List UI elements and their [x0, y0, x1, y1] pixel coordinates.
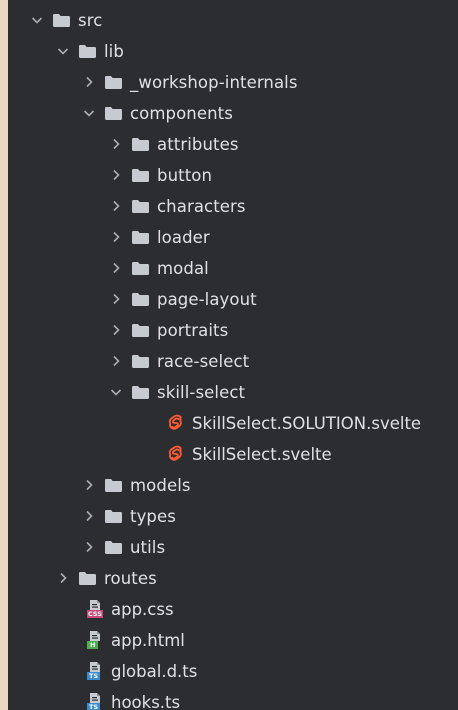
tree-file-global-d-ts[interactable]: TS global.d.ts — [87, 658, 197, 684]
folder-icon — [132, 230, 149, 244]
file-label: global.d.ts — [111, 661, 198, 681]
tree-node-race-select[interactable]: race-select — [109, 348, 249, 374]
tree-file-skillselect-solution[interactable]: SkillSelect.SOLUTION.svelte — [168, 410, 421, 436]
tree-node-components[interactable]: components — [82, 100, 233, 126]
chevron-right-icon[interactable] — [82, 75, 96, 89]
tree-node-src[interactable]: src — [30, 7, 102, 33]
html-file-icon: H — [87, 631, 104, 649]
folder-icon — [53, 13, 70, 27]
folder-icon — [132, 323, 149, 337]
tree-label: characters — [157, 196, 246, 216]
tree-node-models[interactable]: models — [82, 472, 191, 498]
svelte-icon — [168, 445, 185, 463]
tree-node-workshop-internals[interactable]: _workshop-internals — [82, 69, 298, 95]
css-file-icon: CSS — [87, 600, 104, 618]
tree-node-loader[interactable]: loader — [109, 224, 210, 250]
chevron-down-icon[interactable] — [56, 44, 70, 58]
tree-file-app-html[interactable]: H app.html — [87, 627, 185, 653]
tree-label: button — [157, 165, 213, 185]
file-label: SkillSelect.svelte — [192, 444, 332, 464]
tree-label: _workshop-internals — [130, 72, 298, 92]
chevron-right-icon[interactable] — [109, 323, 123, 337]
tree-label: components — [130, 103, 233, 123]
tree-label: types — [130, 506, 176, 526]
tree-label: skill-select — [157, 382, 246, 402]
folder-icon — [132, 199, 149, 213]
ts-badge: TS — [87, 672, 101, 680]
tree-label: page-layout — [157, 289, 257, 309]
tree-node-utils[interactable]: utils — [82, 534, 165, 560]
tree-node-page-layout[interactable]: page-layout — [109, 286, 257, 312]
tree-label: lib — [104, 41, 124, 61]
tree-file-skillselect[interactable]: SkillSelect.svelte — [168, 441, 332, 467]
chevron-right-icon[interactable] — [109, 230, 123, 244]
chevron-right-icon[interactable] — [82, 478, 96, 492]
chevron-right-icon[interactable] — [82, 509, 96, 523]
tree-label: portraits — [157, 320, 229, 340]
folder-icon — [79, 571, 96, 585]
tree-file-hooks-ts[interactable]: TS hooks.ts — [87, 689, 180, 710]
tree-file-app-css[interactable]: CSS app.css — [87, 596, 174, 622]
chevron-right-icon[interactable] — [109, 168, 123, 182]
folder-icon — [132, 292, 149, 306]
ts-file-icon: TS — [87, 662, 104, 680]
chevron-right-icon[interactable] — [109, 261, 123, 275]
tree-node-lib[interactable]: lib — [56, 38, 124, 64]
folder-icon — [105, 478, 122, 492]
tree-label: race-select — [157, 351, 250, 371]
tree-label: loader — [157, 227, 210, 247]
tree-label: models — [130, 475, 191, 495]
folder-icon — [79, 44, 96, 58]
tree-node-characters[interactable]: characters — [109, 193, 246, 219]
tree-node-types[interactable]: types — [82, 503, 176, 529]
tree-label: modal — [157, 258, 209, 278]
tree-node-attributes[interactable]: attributes — [109, 131, 239, 157]
tree-node-skill-select[interactable]: skill-select — [109, 379, 245, 405]
file-label: app.html — [111, 630, 185, 650]
folder-icon — [132, 354, 149, 368]
tree-label: src — [78, 10, 103, 30]
tree-label: attributes — [157, 134, 239, 154]
svelte-icon — [168, 414, 185, 432]
project-tree-panel: src lib _workshop-internals components a… — [8, 0, 458, 710]
ts-file-icon: TS — [87, 693, 104, 710]
css-badge: CSS — [87, 610, 103, 618]
chevron-down-icon[interactable] — [109, 385, 123, 399]
folder-icon — [105, 106, 122, 120]
folder-icon — [132, 137, 149, 151]
chevron-right-icon[interactable] — [56, 571, 70, 585]
tree-node-button[interactable]: button — [109, 162, 212, 188]
chevron-right-icon[interactable] — [109, 292, 123, 306]
tree-node-modal[interactable]: modal — [109, 255, 209, 281]
chevron-down-icon[interactable] — [82, 106, 96, 120]
folder-icon — [132, 385, 149, 399]
folder-icon — [105, 75, 122, 89]
chevron-right-icon[interactable] — [82, 540, 96, 554]
html-badge: H — [87, 641, 99, 649]
chevron-right-icon[interactable] — [109, 354, 123, 368]
file-label: app.css — [111, 599, 174, 619]
file-label: SkillSelect.SOLUTION.svelte — [192, 413, 422, 433]
folder-icon — [105, 509, 122, 523]
chevron-down-icon[interactable] — [30, 13, 44, 27]
ts-badge: TS — [87, 703, 101, 710]
chevron-right-icon[interactable] — [109, 199, 123, 213]
tree-node-portraits[interactable]: portraits — [109, 317, 228, 343]
folder-icon — [132, 261, 149, 275]
tree-node-routes[interactable]: routes — [56, 565, 157, 591]
tree-label: utils — [130, 537, 166, 557]
folder-icon — [105, 540, 122, 554]
tree-label: routes — [104, 568, 157, 588]
file-label: hooks.ts — [111, 692, 181, 710]
chevron-right-icon[interactable] — [109, 137, 123, 151]
folder-icon — [132, 168, 149, 182]
